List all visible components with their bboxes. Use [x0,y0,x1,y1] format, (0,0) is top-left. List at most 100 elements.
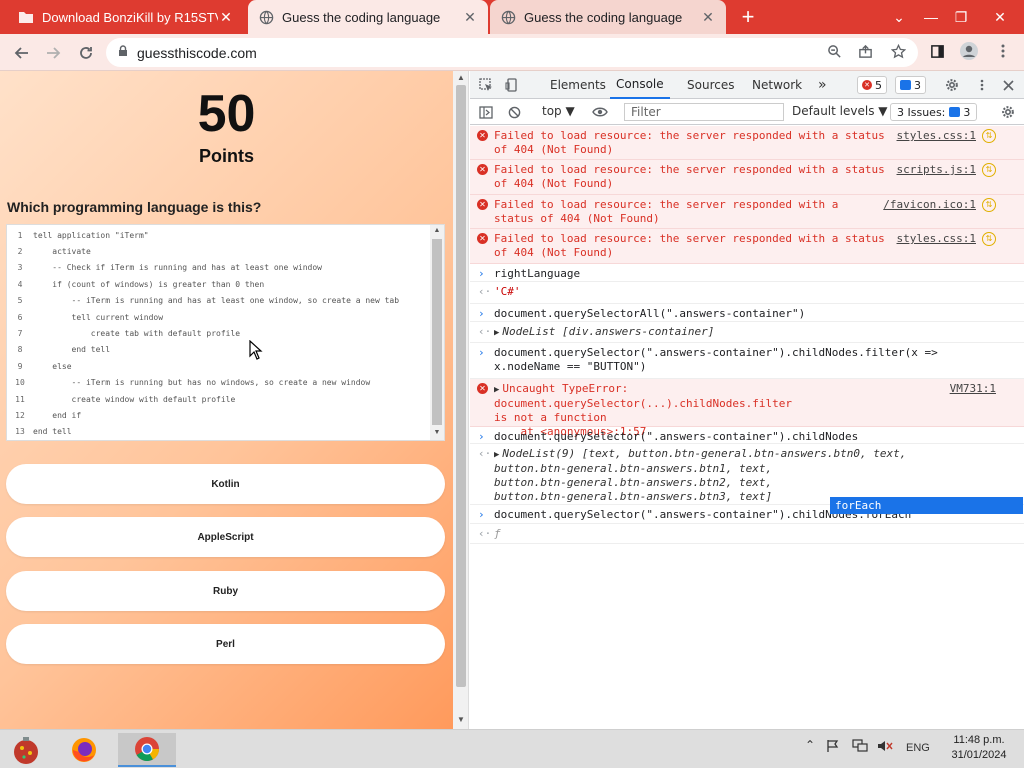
source-link[interactable]: styles.css:1 [897,232,976,246]
console-message[interactable]: ‹· ƒ [470,524,1024,544]
return-arrow-icon: ‹· [478,325,492,338]
language-indicator[interactable]: ENG [906,742,930,754]
close-tab-icon[interactable]: ✕ [462,9,478,26]
sidebar-toggle-icon[interactable] [476,102,496,122]
network-icon[interactable] [852,739,868,756]
firefox-taskbar-icon[interactable] [62,733,106,767]
scroll-thumb[interactable] [432,239,442,425]
console-message[interactable]: ✕ Failed to load resource: the server res… [470,160,1024,195]
return-arrow-icon: ‹· [478,447,492,460]
tab-sources[interactable]: Sources [687,71,734,99]
address-bar[interactable]: guessthiscode.com [106,38,918,67]
tab-elements[interactable]: Elements [550,71,606,99]
console-filter-input[interactable]: Filter [624,103,784,121]
answer-button-ruby[interactable]: Ruby [6,571,445,611]
scroll-thumb[interactable] [456,85,466,687]
profile-avatar[interactable] [956,38,982,64]
code-scrollbar[interactable]: ▲ ▼ [430,225,444,440]
console-message[interactable]: ✕ Failed to load resource: the server res… [470,195,1024,229]
autocomplete-suggestion[interactable]: forEach [830,497,1023,514]
close-tab-icon[interactable]: ✕ [700,9,716,26]
device-toolbar-icon[interactable] [502,75,522,95]
info-count-badge[interactable]: 3 [895,76,926,94]
tab-guess-language-active[interactable]: Guess the coding language ✕ [248,0,488,34]
tab-bonzikill[interactable]: Download BonziKill by R15STV · ✕ [8,0,244,34]
network-request-icon[interactable]: ⇅ [982,129,996,143]
code-line: 8 end tell [7,342,431,358]
source-link[interactable]: scripts.js:1 [897,163,976,177]
source-link[interactable]: /favicon.ico:1 [883,198,976,212]
source-link[interactable]: VM731:1 [950,382,996,396]
log-levels-dropdown[interactable]: Default levels ▼ [792,104,888,118]
console-message[interactable]: ✕ Failed to load resource: the server res… [470,126,1024,160]
message-icon [900,80,911,90]
forward-button[interactable] [40,40,66,66]
answer-button-perl[interactable]: Perl [6,624,445,664]
scroll-up-icon[interactable]: ▲ [430,227,444,234]
console-message[interactable]: ‹· ▶ NodeList [div.answers-container] [470,322,1024,343]
clear-console-icon[interactable] [504,102,524,122]
answer-button-applescript[interactable]: AppleScript [6,517,445,557]
error-count-badge[interactable]: ✕ 5 [857,76,887,94]
console-message[interactable]: › document.querySelector(".answers-contai… [470,343,1024,379]
close-window-button[interactable]: ✕ [980,0,1020,34]
chrome-taskbar-icon[interactable] [118,733,176,767]
back-button[interactable] [9,40,35,66]
expand-triangle-icon[interactable]: ▶ [494,450,499,460]
issues-button[interactable]: 3 Issues: 3 [890,103,978,121]
console-settings-gear-icon[interactable] [998,102,1018,122]
console-message[interactable]: › document.querySelectorAll(".answers-con… [470,304,1024,322]
close-devtools-icon[interactable] [998,75,1018,95]
code-line: 1 tell application "iTerm" [7,227,431,243]
close-tab-icon[interactable]: ✕ [218,9,234,26]
tab-search-button[interactable]: ⌄ [886,0,912,34]
restore-button[interactable]: ❐ [948,0,974,34]
start-button[interactable] [4,733,48,767]
console-message[interactable]: › rightLanguage [470,264,1024,282]
scroll-up-icon[interactable]: ▲ [453,73,469,82]
page-scrollbar[interactable]: ▲ ▼ [453,71,469,729]
tab-console[interactable]: Console [610,71,670,99]
show-hidden-icons-icon[interactable]: ⌃ [805,738,815,752]
console-message[interactable]: ✕ ▶ Uncaught TypeError: document.querySele… [470,379,1024,438]
devtools-menu-icon[interactable] [972,75,992,95]
settings-gear-icon[interactable] [942,75,962,95]
network-request-icon[interactable]: ⇅ [982,232,996,246]
eye-icon[interactable] [590,102,610,122]
network-request-icon[interactable]: ⇅ [982,198,996,212]
console-message[interactable]: ✕ Failed to load resource: the server res… [470,229,1024,264]
error-icon: ✕ [477,199,488,210]
system-clock[interactable]: 11:48 p.m. 31/01/2024 [944,733,1014,763]
new-tab-button[interactable]: + [736,4,760,30]
inspect-element-icon[interactable] [476,75,496,95]
minimize-button[interactable]: — [918,0,944,34]
console-input-text: rightLanguage [494,267,581,280]
share-icon[interactable] [852,38,878,64]
reload-button[interactable] [73,40,99,66]
zoom-icon[interactable] [821,38,847,64]
console-message[interactable]: ‹· 'C#' [470,282,1024,304]
code-line: 10 -- iTerm is running but has no window… [7,375,431,391]
scroll-down-icon[interactable]: ▼ [453,715,469,724]
code-line: 12 end if [7,407,431,423]
bookmark-star-icon[interactable] [885,38,911,64]
expand-triangle-icon[interactable]: ▶ [494,385,499,395]
tab-network[interactable]: Network [752,71,802,99]
more-tabs-icon[interactable]: » [818,71,827,99]
expand-triangle-icon[interactable]: ▶ [494,328,499,338]
tab-guess-language[interactable]: Guess the coding language ✕ [490,0,726,34]
console-output[interactable]: ✕ Failed to load resource: the server res… [470,126,1024,729]
answer-button-kotlin[interactable]: Kotlin [6,464,445,504]
context-selector[interactable]: top ▼ [542,104,575,118]
console-message[interactable]: › document.querySelector(".answers-contai… [470,427,1024,444]
folder-icon [18,9,34,25]
scroll-down-icon[interactable]: ▼ [430,429,444,436]
console-message[interactable]: ‹· ▶ NodeList(9) [text, button.btn-general… [470,444,1024,505]
menu-kebab-icon[interactable] [990,38,1016,64]
web-page: 50 Points Which programming language is … [0,71,453,729]
flag-notification-icon[interactable] [826,739,840,756]
side-panel-icon[interactable] [924,38,950,64]
network-request-icon[interactable]: ⇅ [982,163,996,177]
source-link[interactable]: styles.css:1 [897,129,976,143]
volume-muted-icon[interactable] [877,739,893,756]
